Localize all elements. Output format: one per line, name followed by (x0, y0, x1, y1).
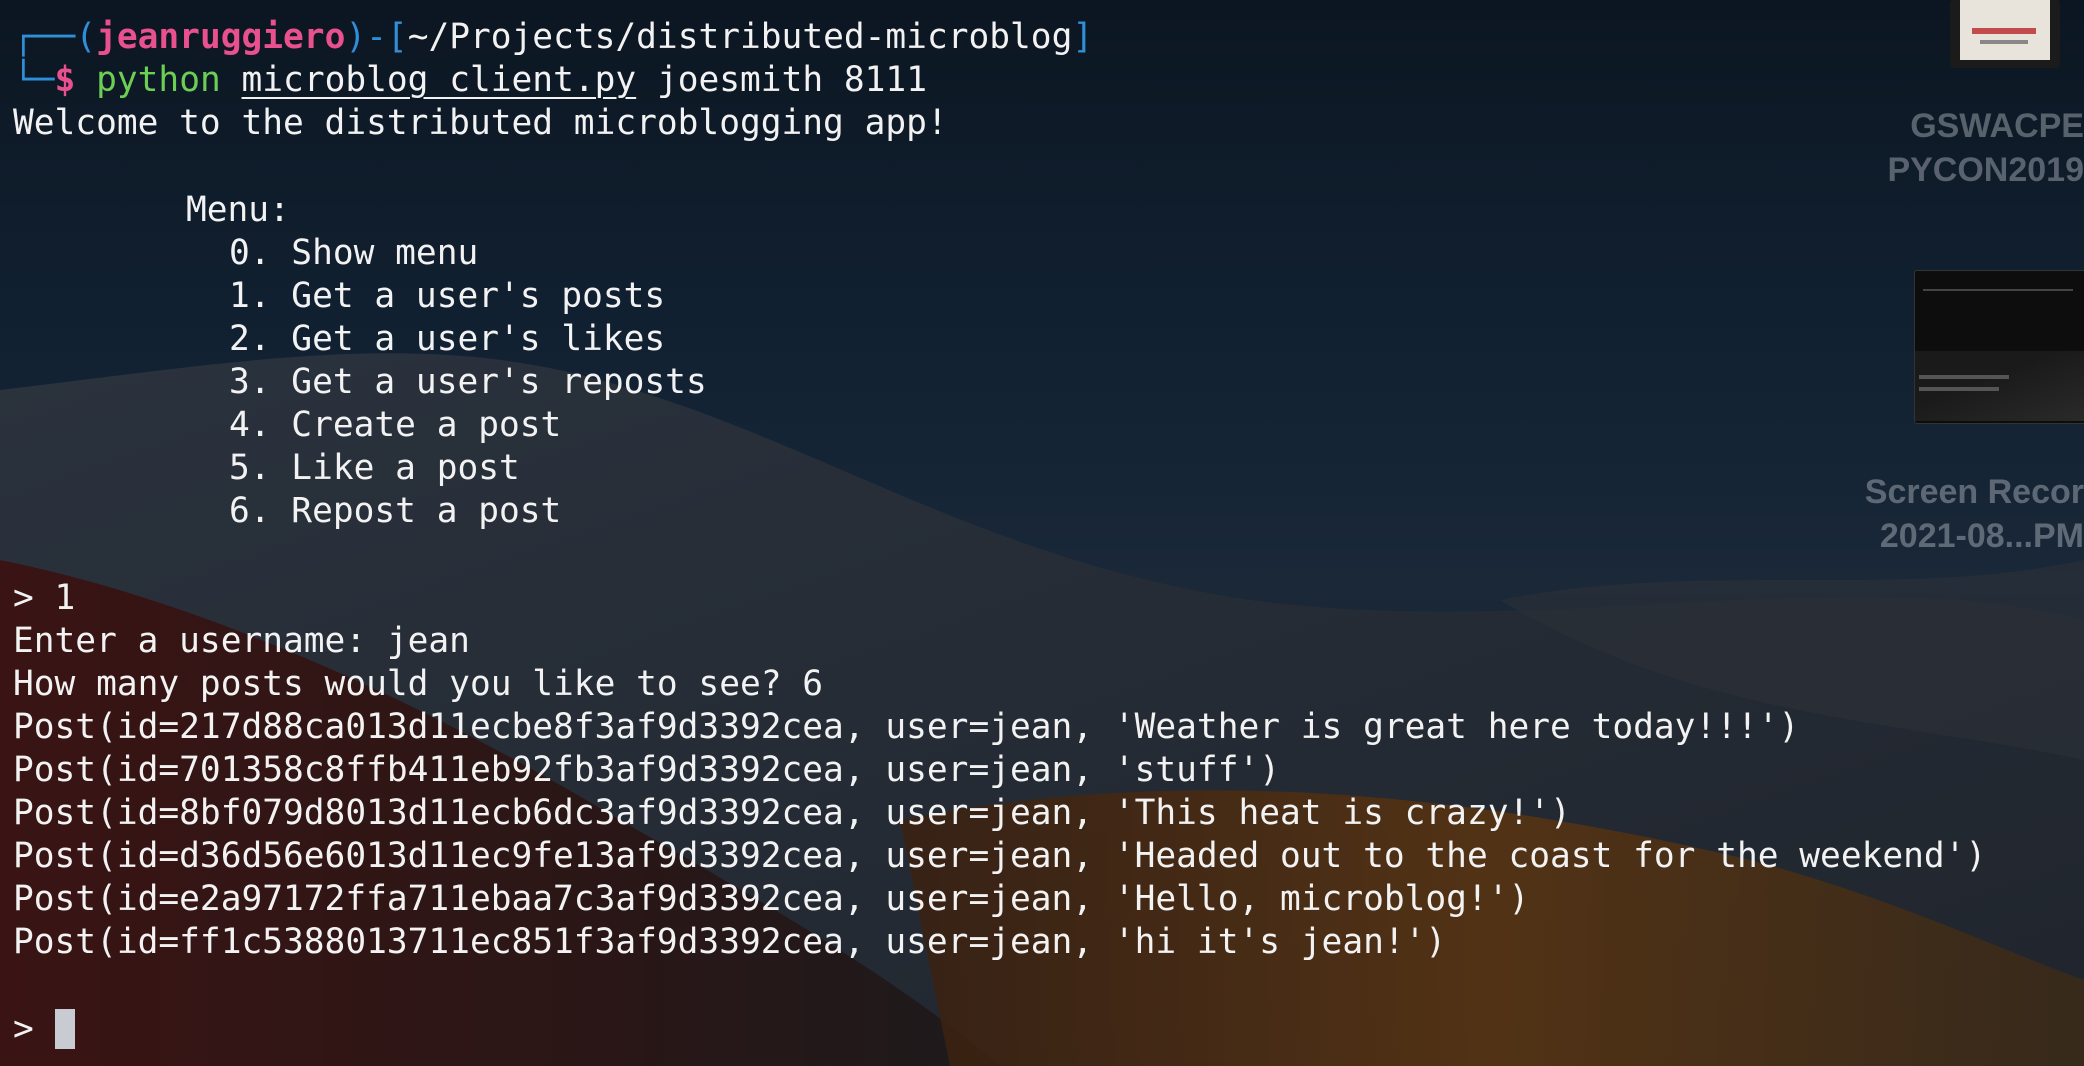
post-output-line: Post(id=ff1c5388013711ec851f3af9d3392cea… (13, 922, 1447, 962)
desktop-background: GSWACPE PYCON2019 Screen Recor 2021-08..… (0, 0, 2084, 1066)
prompt-frame: ┌── (13, 17, 76, 57)
menu-item: 3. Get a user's reposts (229, 362, 707, 402)
prompt-frame: [ (386, 17, 408, 57)
command-args: joesmith 8111 (656, 60, 927, 100)
prompt-frame: └─ (13, 60, 55, 100)
prompt-path: ~/Projects/distributed-microblog (407, 17, 1073, 57)
menu-title: Menu: (186, 190, 290, 230)
prompt-frame: ( (75, 17, 97, 57)
terminal-window[interactable]: ┌──(jeanruggiero)-[~/Projects/distribute… (0, 0, 2084, 1066)
welcome-message: Welcome to the distributed microblogging… (13, 103, 948, 143)
command-line: └─$ python microblog_client.py joesmith … (13, 59, 927, 102)
post-output-line: Post(id=701358c8ffb411eb92fb3af9d3392cea… (13, 750, 1281, 790)
prompt-frame: ) (345, 17, 367, 57)
post-count-prompt: How many posts would you like to see? 6 (13, 664, 824, 704)
menu-item: 1. Get a user's posts (229, 276, 666, 316)
text-cursor[interactable] (54, 1009, 75, 1049)
post-output-line: Post(id=217d88ca013d11ecbe8f3af9d3392cea… (13, 707, 1800, 747)
menu-item: 0. Show menu (229, 233, 479, 273)
input-prompt-symbol: > (13, 1009, 55, 1049)
prompt-frame: - (366, 17, 387, 57)
input-prompt-line[interactable]: > (13, 1008, 75, 1051)
username-prompt: Enter a username: jean (13, 621, 470, 661)
input-choice: > 1 (13, 578, 76, 618)
menu-item: 4. Create a post (229, 405, 562, 445)
menu-item: 5. Like a post (229, 448, 520, 488)
prompt-header-line: ┌──(jeanruggiero)-[~/Projects/distribute… (13, 16, 1093, 59)
prompt-frame: ] (1072, 17, 1094, 57)
prompt-username: jeanruggiero (96, 17, 346, 57)
post-output-line: Post(id=8bf079d8013d11ecb6dc3af9d3392cea… (13, 793, 1571, 833)
post-output-line: Post(id=e2a97172ffa711ebaa7c3af9d3392cea… (13, 879, 1530, 919)
command-script-path[interactable]: microblog_client.py (242, 60, 637, 100)
command-name: python (96, 60, 221, 100)
menu-item: 6. Repost a post (229, 491, 562, 531)
prompt-symbol: $ (54, 60, 76, 100)
menu-item: 2. Get a user's likes (229, 319, 666, 359)
post-output-line: Post(id=d36d56e6013d11ec9fe13af9d3392cea… (13, 836, 1987, 876)
